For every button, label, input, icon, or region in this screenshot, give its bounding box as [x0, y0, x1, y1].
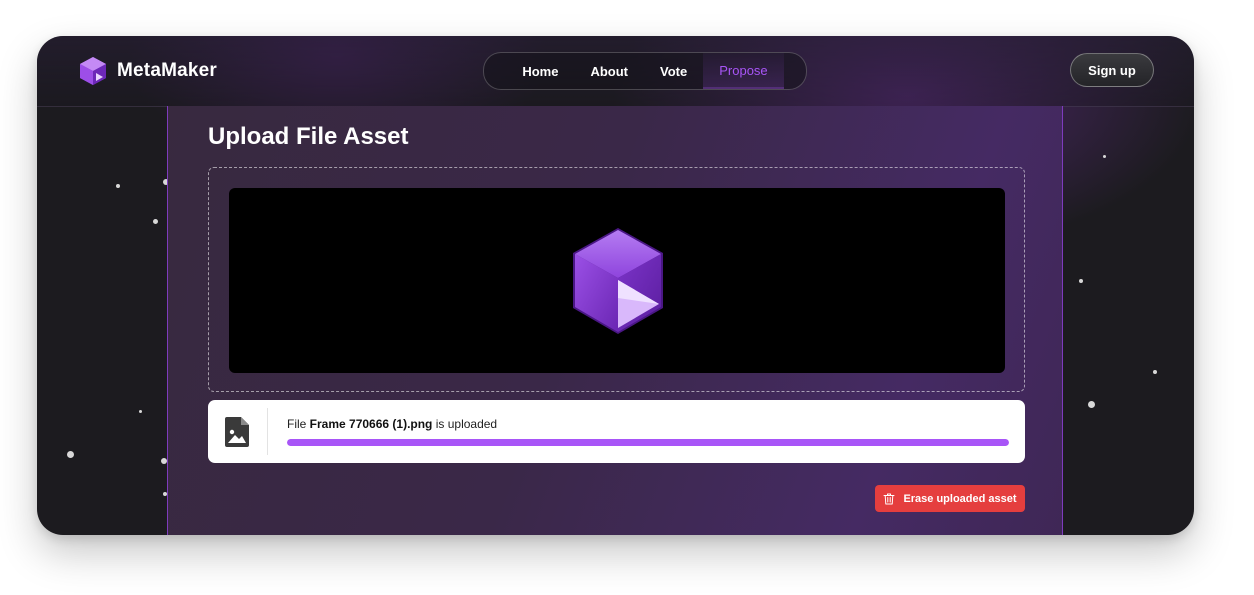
erase-asset-label: Erase uploaded asset	[903, 492, 1017, 505]
upload-progress-fill	[287, 439, 1009, 446]
uploaded-file-card: File Frame 770666 (1).png is uploaded	[208, 400, 1025, 463]
nav-item-propose[interactable]: Propose	[703, 53, 784, 89]
star-dot	[139, 410, 142, 413]
star-dot	[153, 219, 158, 224]
page-title: Upload File Asset	[208, 123, 409, 150]
upload-dropzone[interactable]	[208, 167, 1025, 392]
nav-item-vote[interactable]: Vote	[644, 53, 703, 89]
star-dot	[67, 451, 74, 458]
main-nav: Home About Vote Propose	[483, 52, 807, 90]
top-navigation-bar: MetaMaker Home About Vote Propose Sign u…	[37, 36, 1194, 107]
brand-name: MetaMaker	[117, 60, 218, 81]
brand[interactable]: MetaMaker	[79, 56, 217, 86]
upload-panel: Upload File Asset File Frame 770666 (1).…	[167, 106, 1063, 535]
nav-item-about[interactable]: About	[574, 53, 644, 89]
file-card-divider	[267, 408, 268, 455]
uploaded-cube-image	[573, 228, 663, 334]
cube-logo-icon	[80, 57, 106, 85]
star-dot	[1153, 370, 1157, 374]
star-dot	[1088, 401, 1095, 408]
upload-status-text: File Frame 770666 (1).png is uploaded	[287, 417, 497, 431]
upload-progress-bar	[287, 439, 1009, 446]
sign-up-button[interactable]: Sign up	[1070, 53, 1154, 87]
upload-status-prefix: File	[287, 417, 310, 431]
star-dot	[116, 184, 120, 188]
upload-status-suffix: is uploaded	[432, 417, 498, 431]
erase-asset-button[interactable]: Erase uploaded asset	[875, 485, 1025, 512]
trash-icon	[883, 493, 895, 504]
image-preview	[229, 188, 1005, 373]
nav-item-home[interactable]: Home	[506, 53, 574, 89]
star-dot	[1079, 279, 1083, 283]
image-file-icon	[225, 417, 249, 447]
app-window: MetaMaker Home About Vote Propose Sign u…	[37, 36, 1194, 535]
star-dot	[1103, 155, 1106, 158]
uploaded-filename: Frame 770666 (1).png	[309, 417, 433, 431]
